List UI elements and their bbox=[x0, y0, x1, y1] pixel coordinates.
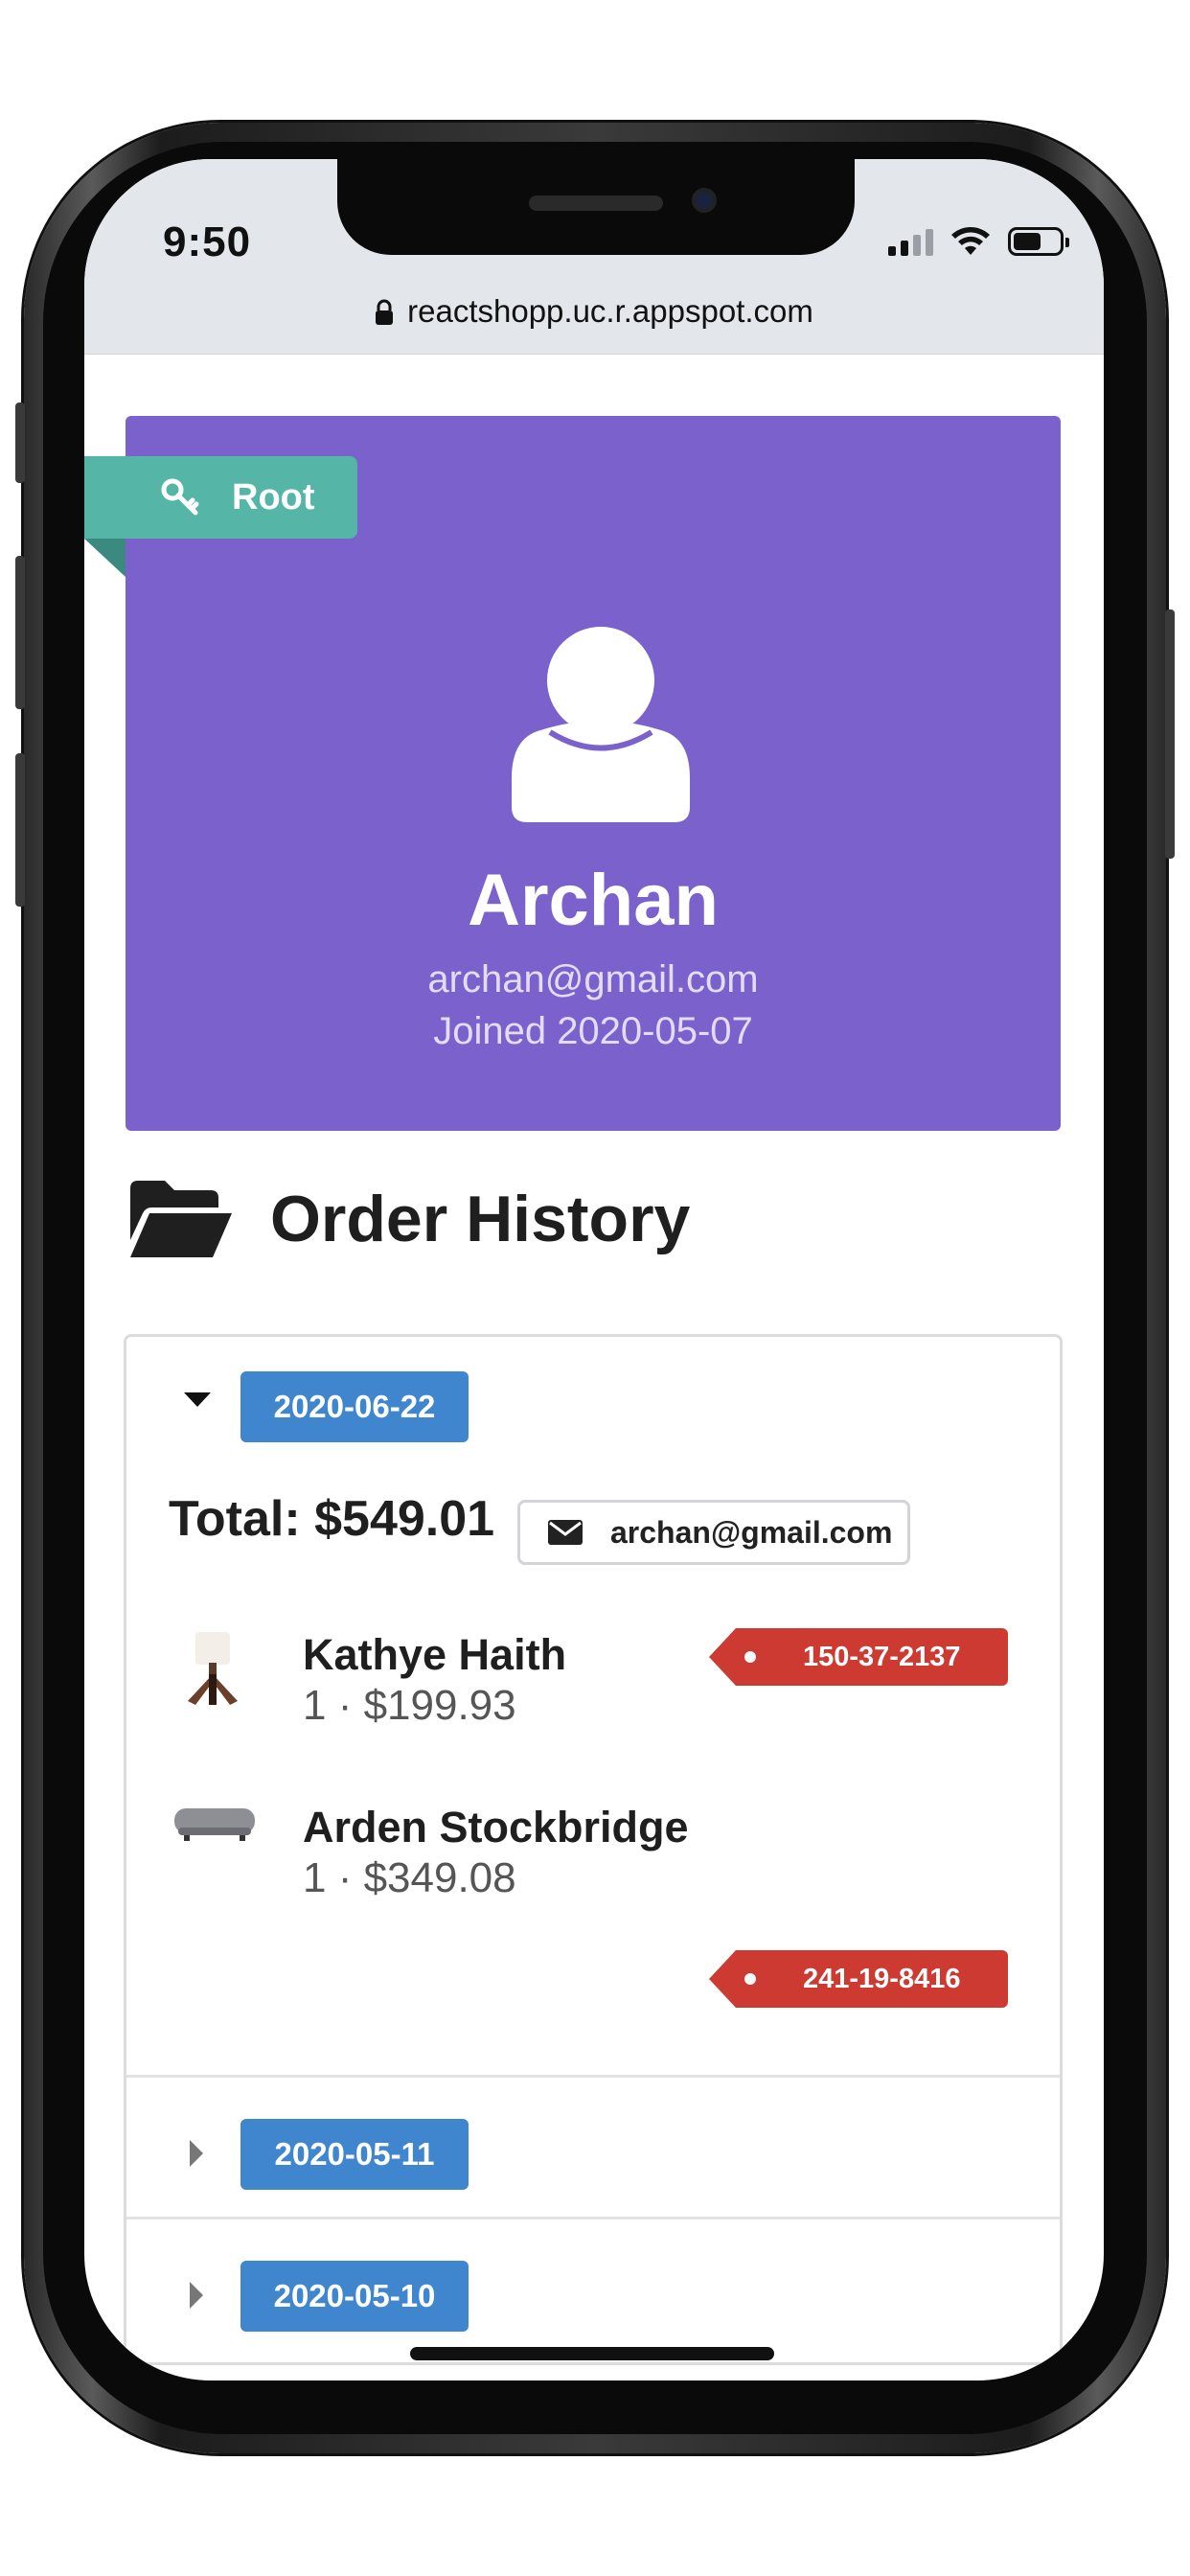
url-bar[interactable]: reactshopp.uc.r.appspot.com bbox=[84, 293, 1104, 330]
front-camera bbox=[692, 188, 717, 213]
item-tag: 241-19-8416 bbox=[709, 1950, 1008, 2008]
caret-right-icon[interactable] bbox=[190, 2282, 203, 2309]
profile-email: archan@gmail.com bbox=[427, 958, 759, 1000]
caret-right-icon[interactable] bbox=[190, 2140, 203, 2167]
caret-down-icon[interactable] bbox=[184, 1392, 211, 1407]
home-indicator[interactable] bbox=[410, 2347, 774, 2360]
status-time: 9:50 bbox=[163, 218, 252, 265]
notch bbox=[337, 159, 855, 255]
envelope-icon bbox=[548, 1520, 583, 1545]
order-total: Total: $549.01 bbox=[169, 1491, 495, 1547]
status-icons bbox=[888, 226, 1069, 257]
order-date-label[interactable]: 2020-05-11 bbox=[240, 2119, 469, 2190]
role-label: Root bbox=[232, 476, 315, 518]
order-email-chip: archan@gmail.com bbox=[517, 1500, 910, 1565]
order-date-label[interactable]: 2020-05-10 bbox=[240, 2261, 469, 2332]
speaker-grille bbox=[529, 196, 663, 211]
key-icon bbox=[161, 478, 199, 516]
mute-switch bbox=[15, 402, 25, 483]
item-name: Arden Stockbridge bbox=[303, 1803, 689, 1852]
lock-icon bbox=[376, 299, 394, 325]
volume-up-button bbox=[15, 556, 25, 709]
folder-open-icon bbox=[130, 1181, 232, 1257]
item-tag: 150-37-2137 bbox=[709, 1628, 1008, 1686]
item-quantity-price: 1 · $199.93 bbox=[303, 1682, 516, 1729]
phone-screen: 9:50 reactshopp.uc.r.appspot.com Archan … bbox=[84, 159, 1104, 2380]
profile-name: Archan bbox=[468, 860, 719, 941]
battery-icon bbox=[1008, 227, 1069, 256]
url-text: reactshopp.uc.r.appspot.com bbox=[407, 293, 813, 329]
orders-accordion: 2020-06-22 Total: $549.01 archan@gmail.c… bbox=[124, 1334, 1063, 2365]
product-thumbnail-lamp bbox=[188, 1632, 238, 1705]
power-button bbox=[1165, 610, 1175, 859]
order-item[interactable]: Arden Stockbridge 1 · $349.08 241-19-841… bbox=[126, 1801, 1060, 2008]
order-item[interactable]: Kathye Haith 1 · $199.93 150-37-2137 bbox=[126, 1628, 1060, 1743]
product-thumbnail-ottoman bbox=[174, 1808, 255, 1841]
wifi-icon bbox=[951, 227, 990, 255]
cellular-signal-icon bbox=[888, 227, 933, 256]
profile-joined-date: Joined 2020-05-07 bbox=[433, 1010, 753, 1052]
order-history-title: Order History bbox=[270, 1183, 691, 1255]
order-divider bbox=[126, 2217, 1060, 2220]
order-email: archan@gmail.com bbox=[610, 1514, 893, 1550]
item-name: Kathye Haith bbox=[303, 1630, 567, 1679]
ribbon-fold bbox=[84, 539, 126, 577]
volume-down-button bbox=[15, 753, 25, 907]
item-quantity-price: 1 · $349.08 bbox=[303, 1854, 516, 1901]
order-divider bbox=[126, 2075, 1060, 2078]
user-avatar-icon bbox=[512, 627, 690, 822]
order-history-header: Order History bbox=[128, 1179, 690, 1259]
role-ribbon: Root bbox=[84, 456, 357, 539]
order-date-label[interactable]: 2020-06-22 bbox=[240, 1371, 469, 1442]
